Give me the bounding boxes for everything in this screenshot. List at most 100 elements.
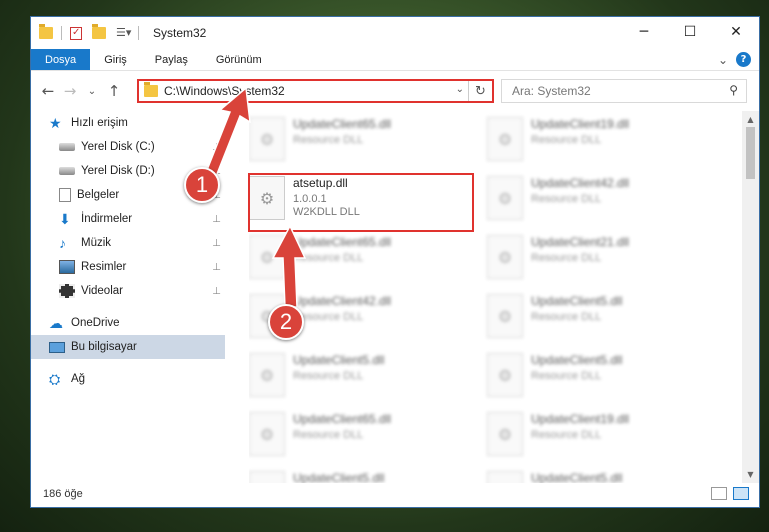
file-item[interactable]: ⚙ UpdateClient65.dll Resource DLL: [249, 408, 479, 466]
sidebar-item-yerel-disk-c-[interactable]: Yerel Disk (C:) ⊥: [31, 135, 225, 159]
forward-button[interactable]: →: [59, 82, 81, 100]
sidebar-item-bu-bilgisayar[interactable]: Bu bilgisayar: [31, 335, 225, 359]
dll-file-icon: ⚙: [249, 235, 285, 279]
pin-icon[interactable]: ⊥: [212, 214, 221, 225]
file-item[interactable]: ⚙ UpdateClient19.dll Resource DLL: [487, 408, 717, 466]
sidebar-item-label: İndirmeler: [81, 213, 133, 225]
ribbon-expand-icon[interactable]: ⌄: [718, 53, 728, 67]
help-icon[interactable]: ?: [736, 52, 751, 67]
sidebar-item-label: Ağ: [71, 373, 86, 385]
window-title: System32: [153, 26, 207, 40]
file-item[interactable]: ⚙ UpdateClient5.dll Resource DLL: [249, 349, 479, 407]
file-name: UpdateClient19.dll: [531, 117, 630, 131]
download-icon: ⬇: [59, 211, 71, 227]
sidebar-item-i-ndirmeler[interactable]: ⬇ İndirmeler ⊥: [31, 207, 225, 231]
sidebar-item-ağ[interactable]: ⛭ Ağ: [31, 367, 225, 391]
new-folder-icon[interactable]: [92, 24, 106, 39]
file-item[interactable]: ⚙ UpdateClient65.dll Resource DLL: [249, 231, 479, 289]
tab-gorunum[interactable]: Görünüm: [202, 49, 276, 70]
file-type: Resource DLL: [531, 134, 602, 146]
pin-icon[interactable]: ⊥: [212, 262, 221, 273]
step-marker-1: 1: [184, 167, 220, 203]
sidebar-item-label: Videolar: [81, 285, 123, 297]
selected-file-highlight: [248, 173, 474, 232]
file-type: Resource DLL: [531, 193, 602, 205]
minimize-button[interactable]: ─: [621, 17, 667, 47]
pictures-icon: [59, 260, 75, 274]
star-icon: ★: [49, 115, 62, 131]
dll-file-icon: ⚙: [487, 176, 523, 220]
file-type: Resource DLL: [293, 370, 364, 382]
tab-paylas[interactable]: Paylaş: [141, 49, 202, 70]
file-type: Resource DLL: [531, 311, 602, 323]
sidebar-item-hızlı-erişim[interactable]: ★ Hızlı erişim: [31, 111, 225, 135]
file-item[interactable]: ⚙ UpdateClient19.dll Resource DLL: [487, 113, 717, 171]
file-type: Resource DLL: [531, 252, 602, 264]
navigation-bar: ← → ⌄ ↑ C:\Windows\System32 ⌄ ↻ Ara: Sys…: [31, 71, 759, 111]
file-name: UpdateClient42.dll: [293, 294, 392, 308]
maximize-button[interactable]: ☐: [667, 17, 713, 47]
sidebar-item-label: Yerel Disk (D:): [81, 165, 155, 177]
pin-icon[interactable]: ⊥: [212, 142, 221, 153]
file-type: Resource DLL: [531, 429, 602, 441]
dll-file-icon: ⚙: [487, 294, 523, 338]
pin-icon[interactable]: ⊥: [212, 238, 221, 249]
sidebar-item-label: Resimler: [81, 261, 127, 273]
address-bar[interactable]: C:\Windows\System32 ⌄ ↻: [137, 79, 494, 103]
search-icon[interactable]: ⚲: [729, 83, 738, 97]
address-dropdown-icon[interactable]: ⌄: [456, 84, 464, 95]
music-icon: ♪: [59, 235, 66, 251]
sidebar-item-onedrive[interactable]: ☁ OneDrive: [31, 311, 225, 335]
sidebar-item-videolar[interactable]: Videolar ⊥: [31, 279, 225, 303]
disk-icon: [59, 167, 75, 175]
sidebar-item-label: Bu bilgisayar: [71, 341, 137, 353]
scroll-up-icon[interactable]: ▲: [742, 111, 759, 128]
up-button[interactable]: ↑: [103, 82, 125, 100]
close-button[interactable]: ✕: [713, 17, 759, 47]
title-bar: ☰▾ System32 ─ ☐ ✕: [31, 17, 759, 49]
search-placeholder: Ara: System32: [512, 84, 591, 98]
refresh-button[interactable]: ↻: [468, 81, 492, 101]
back-button[interactable]: ←: [37, 82, 59, 100]
cloud-icon: ☁: [49, 315, 63, 331]
file-item[interactable]: ⚙ UpdateClient42.dll Resource DLL: [487, 172, 717, 230]
file-item[interactable]: ⚙ UpdateClient21.dll Resource DLL: [487, 231, 717, 289]
scrollbar-thumb[interactable]: [746, 127, 755, 179]
file-name: UpdateClient21.dll: [531, 235, 630, 249]
sidebar-item-label: OneDrive: [71, 317, 120, 329]
sidebar-item-resimler[interactable]: Resimler ⊥: [31, 255, 225, 279]
videos-icon: [59, 284, 75, 298]
large-icons-view-icon[interactable]: [733, 487, 749, 500]
tab-dosya[interactable]: Dosya: [31, 49, 91, 70]
file-name: UpdateClient19.dll: [531, 412, 630, 426]
vertical-scrollbar[interactable]: ▲ ▼: [742, 111, 759, 483]
details-view-icon[interactable]: [711, 487, 727, 500]
folder-icon: [39, 24, 53, 39]
customize-toolbar-icon[interactable]: ☰▾: [116, 26, 131, 40]
file-type: Resource DLL: [293, 311, 364, 323]
address-path[interactable]: C:\Windows\System32: [164, 84, 285, 98]
search-input[interactable]: Ara: System32 ⚲: [501, 79, 747, 103]
file-type: Resource DLL: [293, 134, 364, 146]
sidebar-item-müzik[interactable]: ♪ Müzik ⊥: [31, 231, 225, 255]
step-marker-2: 2: [268, 304, 304, 340]
file-name: UpdateClient5.dll: [531, 294, 623, 308]
dll-file-icon: ⚙: [487, 235, 523, 279]
dll-file-icon: ⚙: [249, 353, 285, 397]
file-item[interactable]: ⚙ UpdateClient5.dll Resource DLL: [487, 290, 717, 348]
file-type: Resource DLL: [293, 252, 364, 264]
pin-icon[interactable]: ⊥: [212, 286, 221, 297]
network-icon: ⛭: [49, 371, 61, 387]
status-bar: 186 öğe: [31, 481, 759, 507]
explorer-window: ☰▾ System32 ─ ☐ ✕ Dosya Giriş Paylaş Gör…: [30, 16, 760, 508]
properties-icon[interactable]: [70, 26, 82, 40]
computer-icon: [49, 341, 65, 353]
recent-locations-button[interactable]: ⌄: [81, 86, 103, 97]
tab-giris[interactable]: Giriş: [90, 49, 141, 70]
file-item[interactable]: ⚙ UpdateClient5.dll Resource DLL: [487, 349, 717, 407]
divider: [138, 26, 139, 40]
item-count: 186 öğe: [43, 488, 83, 500]
file-item[interactable]: ⚙ UpdateClient65.dll Resource DLL: [249, 113, 479, 171]
dll-file-icon: ⚙: [249, 117, 285, 161]
sidebar-item-label: Müzik: [81, 237, 112, 249]
